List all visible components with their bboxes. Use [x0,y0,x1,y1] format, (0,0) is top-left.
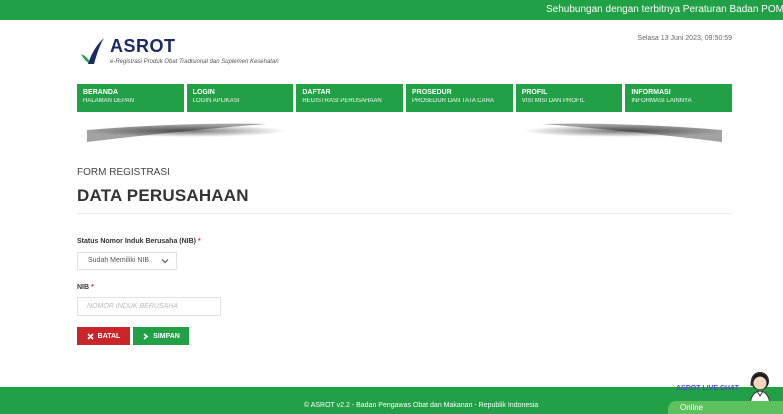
nav-item-subtitle: REGISTRASI PERUSAHAAN [302,98,382,104]
site-footer [0,387,783,414]
form-section-label: FORM REGISTRASI [77,167,170,178]
nav-item-subtitle: INFORMASI LAINNYA [631,98,692,104]
nav-item-title: INFORMASI [631,89,671,96]
nav-item-title: BERANDA [83,89,118,96]
save-button-label: SIMPAN [153,332,180,340]
nav-item-title: PROSEDUR [412,89,452,96]
chevron-right-icon [143,332,149,340]
close-icon [87,332,94,340]
nav-item-subtitle: VISI MISI DAN PROFIL [521,98,585,104]
site-header: ASROT e-Registrasi Produk Obat Tradision… [77,32,732,72]
nib-label: NIB * [77,284,94,291]
form-divider [77,213,732,214]
required-mark: * [91,284,94,291]
brand-tagline: e-Registrasi Produk Obat Tradisional dan… [110,59,279,65]
nav-item-login[interactable]: LOGIN LOGIN APLIKASI [186,84,294,112]
nib-status-label-text: Status Nomor Induk Berusaha (NIB) [77,238,197,245]
page-title: DATA PERUSAHAAN [77,186,249,205]
nav-item-subtitle: LOGIN APLIKASI [192,98,240,104]
nav-item-informasi[interactable]: INFORMASI INFORMASI LAINNYA [625,84,733,112]
nib-status-select[interactable]: Sudah Memiliki NIB [77,252,177,270]
announcement-text: Sehubungan dengan terbitnya Peraturan Ba… [546,4,783,15]
announcement-bar: Sehubungan dengan terbitnya Peraturan Ba… [0,0,783,20]
cancel-button-label: BATAL [97,332,121,340]
nib-status-selected-value: Sudah Memiliki NIB [88,257,150,264]
nib-status-label: Status Nomor Induk Berusaha (NIB) * [77,238,201,245]
nav-item-title: DAFTAR [302,89,331,96]
live-chat-status: Online [680,403,704,412]
main-nav: BERANDA HALAMAN DEPAN LOGIN LOGIN APLIKA… [77,84,733,112]
current-datetime: Selasa 13 Juni 2023, 09:50:59 [637,35,732,42]
nib-input[interactable] [77,297,221,316]
nav-item-prosedur[interactable]: PROSEDUR PROSEDUR DAN TATA CARA [406,84,513,112]
nib-label-text: NIB [77,284,90,291]
nav-item-title: PROFIL [521,89,548,96]
nav-item-beranda[interactable]: BERANDA HALAMAN DEPAN [77,84,184,112]
brand-name[interactable]: ASROT [110,36,176,57]
required-mark: * [197,238,201,245]
support-agent-icon[interactable] [740,365,780,405]
nav-item-subtitle: HALAMAN DEPAN [83,98,134,104]
live-chat-label[interactable]: ASROT LIVE CHAT [676,385,739,392]
cancel-button[interactable]: BATAL [77,327,130,345]
nav-item-profil[interactable]: PROFIL VISI MISI DAN PROFIL [515,84,623,112]
brand-logo-icon [81,38,104,64]
nav-item-subtitle: PROSEDUR DAN TATA CARA [412,98,494,104]
chevron-down-icon [161,259,169,264]
footer-copyright: © ASROT v2.2 - Badan Pengawas Obat dan M… [304,402,539,409]
live-chat-status-button[interactable]: Online [668,401,783,414]
nav-item-title: LOGIN [192,89,215,96]
nav-item-daftar[interactable]: DAFTAR REGISTRASI PERUSAHAAN [296,84,404,112]
save-button[interactable]: SIMPAN [133,327,189,345]
decorative-shadow-divider [87,123,722,142]
